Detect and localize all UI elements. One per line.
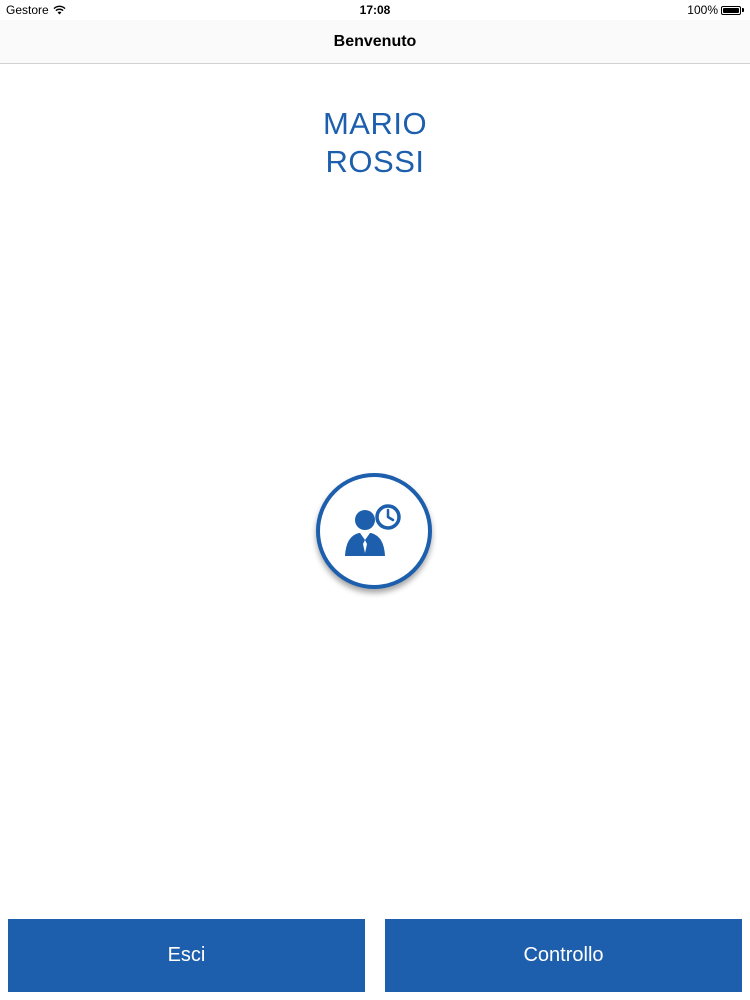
status-bar: Gestore 17:08 100% xyxy=(0,0,750,20)
battery-percentage: 100% xyxy=(687,3,718,17)
app-screen: Gestore 17:08 100% Benvenuto MARIO ROSSI xyxy=(0,0,750,1000)
check-button[interactable]: Controllo xyxy=(385,919,742,992)
page-title: Benvenuto xyxy=(333,32,417,50)
battery-icon xyxy=(721,5,744,15)
status-right: 100% xyxy=(687,3,744,17)
user-name: MARIO ROSSI xyxy=(0,105,750,181)
user-clock-icon xyxy=(343,503,405,559)
user-last-name: ROSSI xyxy=(325,144,425,179)
user-first-name: MARIO xyxy=(322,106,428,141)
status-time: 17:08 xyxy=(359,3,391,17)
navigation-bar: Benvenuto xyxy=(0,20,750,64)
clock-in-button[interactable] xyxy=(316,473,432,589)
exit-button[interactable]: Esci xyxy=(8,919,365,992)
